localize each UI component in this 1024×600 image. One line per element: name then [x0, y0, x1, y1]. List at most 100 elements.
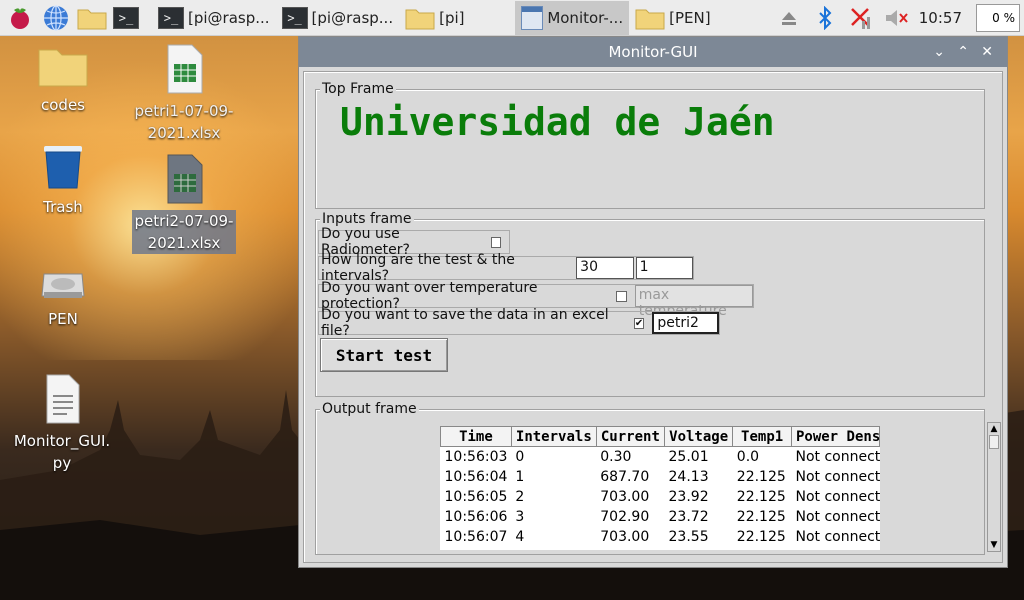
- desktop-icon-monitor-gui-py[interactable]: Monitor_GUI.py: [6, 374, 118, 474]
- cell-power-density: Not connecte: [795, 528, 880, 545]
- chevron-down-icon: ⌄: [933, 44, 945, 60]
- max-temperature-input[interactable]: max temperature: [634, 285, 753, 319]
- desktop-icon-label: codes: [41, 96, 85, 114]
- window-titlebar[interactable]: Monitor-GUI ⌄ ⌃ ✕: [299, 37, 1007, 67]
- cell-power-density: Not connecte: [795, 448, 879, 465]
- folder-icon: [635, 9, 665, 29]
- desktop-icon-trash[interactable]: Trash: [8, 140, 118, 218]
- trash-icon: [44, 146, 82, 189]
- monitor-gui-window: Monitor-GUI ⌄ ⌃ ✕ Top Frame Universidad …: [298, 36, 1008, 568]
- cell-power-density: Not connecte: [795, 508, 880, 525]
- interval-input[interactable]: 1: [635, 257, 694, 279]
- maximize-button[interactable]: ⌃: [957, 37, 969, 67]
- column-header-temp1[interactable]: Temp1: [732, 426, 792, 447]
- inputs-frame: Inputs frame Do you use Radiometer? How …: [315, 211, 985, 397]
- top-frame-title: Top Frame: [320, 81, 396, 97]
- desktop-icon-label: Monitor_GUI.py: [13, 432, 111, 472]
- output-table[interactable]: Time Intervals Current Voltage Temp1 Pow…: [440, 426, 880, 550]
- task-monitor-gui[interactable]: Monitor-...: [515, 0, 630, 35]
- system-tray: 10:57 0 %: [769, 0, 1024, 36]
- overtemp-checkbox[interactable]: [616, 290, 627, 302]
- scrollbar-thumb[interactable]: [989, 435, 999, 449]
- duration-row: How long are the test & the intervals? 3…: [318, 252, 694, 284]
- task-terminal-1[interactable]: >_ [pi@rasp...: [152, 1, 276, 35]
- cell-voltage: 24.13: [668, 468, 709, 485]
- volume-button[interactable]: [881, 2, 913, 34]
- globe-icon: [44, 4, 68, 31]
- cell-power-density: Not connecte: [795, 488, 880, 505]
- task-label: Monitor-...: [547, 8, 624, 27]
- terminal-icon: >_: [281, 6, 308, 29]
- cell-time: 10:56:06: [444, 508, 508, 525]
- task-folder-pi[interactable]: [pi]: [399, 1, 515, 35]
- cpu-monitor[interactable]: 0 %: [976, 3, 1020, 32]
- desktop-icon-pen[interactable]: PEN: [8, 268, 118, 330]
- desktop-icon-label: PEN: [48, 310, 78, 328]
- column-header-current[interactable]: Current: [595, 426, 666, 447]
- excel-checkbox[interactable]: ✔: [633, 317, 645, 329]
- desktop-icon-petri2[interactable]: petri2-07-09-2021.xlsx: [128, 154, 240, 254]
- cell-time: 10:56:04: [444, 468, 508, 485]
- column-header-time[interactable]: Time: [440, 426, 512, 447]
- filename-input[interactable]: petri2: [652, 312, 720, 334]
- cell-voltage: 25.01: [668, 448, 709, 465]
- spreadsheet-file-icon: [167, 154, 203, 204]
- scroll-up-arrow-icon[interactable]: ▲: [988, 423, 1000, 435]
- cell-current: 702.90: [600, 508, 650, 525]
- close-button[interactable]: ✕: [981, 37, 993, 67]
- file-manager-launcher[interactable]: [76, 2, 108, 34]
- cell-intervals: 4: [515, 528, 525, 545]
- desktop-icon-label: petri2-07-09-2021.xlsx: [132, 210, 236, 254]
- desktop-icon-codes[interactable]: codes: [8, 44, 118, 116]
- table-row[interactable]: 10:56:06 3 702.90 23.72 22.125 Not conne…: [441, 507, 880, 527]
- table-row[interactable]: 10:56:03 0 0.30 25.01 0.0 Not connecte: [441, 447, 880, 467]
- column-header-intervals[interactable]: Intervals: [510, 426, 597, 447]
- cell-time: 10:56:07: [444, 528, 508, 545]
- folder-icon: [38, 49, 88, 87]
- table-row[interactable]: 10:56:05 2 703.00 23.92 22.125 Not conne…: [441, 487, 880, 507]
- task-terminal-2[interactable]: >_ [pi@rasp...: [276, 1, 400, 35]
- cell-power-density: Not connecte: [795, 468, 880, 485]
- folder-icon: [77, 9, 107, 29]
- minimize-button[interactable]: ⌄: [933, 37, 945, 67]
- task-label: [PEN]: [669, 8, 711, 27]
- cell-intervals: 1: [515, 468, 525, 485]
- cell-temp1: 0.0: [736, 448, 760, 465]
- output-frame: Output frame Time Intervals Current Volt…: [315, 401, 1001, 555]
- column-header-power-density[interactable]: Power Dens: [790, 426, 880, 447]
- excel-row: Do you want to save the data in an excel…: [318, 307, 720, 339]
- raspberry-menu-button[interactable]: [4, 2, 36, 34]
- inputs-frame-title: Inputs frame: [320, 211, 414, 227]
- table-row[interactable]: 10:56:04 1 687.70 24.13 22.125 Not conne…: [441, 467, 880, 487]
- scroll-down-arrow-icon[interactable]: ▼: [988, 539, 1000, 551]
- task-folder-pen[interactable]: [PEN]: [629, 1, 747, 35]
- eject-button[interactable]: [773, 2, 805, 34]
- web-browser-launcher[interactable]: [40, 2, 72, 34]
- clock[interactable]: 10:57: [919, 9, 962, 27]
- radiometer-row: Do you use Radiometer?: [318, 226, 510, 258]
- start-test-button[interactable]: Start test: [320, 338, 448, 372]
- volume-muted-icon: [885, 9, 908, 26]
- output-scrollbar[interactable]: ▲ ▼: [987, 422, 1001, 552]
- terminal-icon: >_: [113, 6, 139, 29]
- folder-icon: [405, 9, 435, 29]
- network-disconnected-icon: [850, 7, 870, 29]
- drive-icon: [41, 273, 85, 298]
- bluetooth-button[interactable]: [809, 2, 841, 34]
- task-label: [pi]: [439, 8, 465, 27]
- excel-label: Do you want to save the data in an excel…: [321, 307, 609, 339]
- cell-current: 703.00: [600, 528, 650, 545]
- desktop-icon-label: petri1-07-09-2021.xlsx: [134, 102, 234, 142]
- terminal-launcher[interactable]: >_: [112, 2, 144, 34]
- top-frame: Top Frame Universidad de Jaén: [315, 81, 985, 209]
- cell-time: 10:56:05: [444, 488, 508, 505]
- cell-intervals: 2: [515, 488, 525, 505]
- desktop-icon-petri1[interactable]: petri1-07-09-2021.xlsx: [128, 44, 240, 144]
- test-duration-input[interactable]: 30: [576, 257, 634, 279]
- cell-intervals: 3: [515, 508, 525, 525]
- table-row[interactable]: 10:56:07 4 703.00 23.55 22.125 Not conne…: [441, 527, 880, 547]
- radiometer-checkbox[interactable]: [490, 236, 501, 248]
- column-header-voltage[interactable]: Voltage: [664, 426, 734, 447]
- output-frame-title: Output frame: [320, 401, 419, 417]
- network-button[interactable]: [845, 2, 877, 34]
